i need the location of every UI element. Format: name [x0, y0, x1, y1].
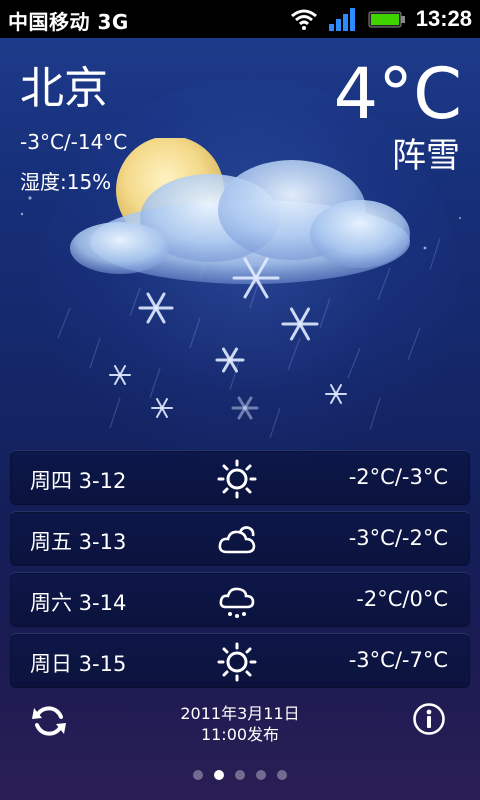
city-name: 北京 — [20, 63, 108, 114]
page-indicator — [0, 770, 480, 780]
page-dot[interactable] — [277, 770, 287, 780]
forecast-temperature: -2°C/0°C — [356, 587, 448, 611]
carrier-label: 中国移动 3G — [8, 10, 129, 34]
sunny-icon — [217, 642, 257, 682]
forecast-day: 周四 3-12 — [30, 469, 127, 493]
forecast-temperature: -3°C/-2°C — [348, 526, 448, 550]
humidity: 湿度:15% — [20, 170, 112, 194]
page-dot[interactable] — [193, 770, 203, 780]
forecast-row[interactable]: 周日 3-15 -3°C/-7°C — [10, 633, 470, 688]
forecast-row[interactable]: 周六 3-14 -2°C/0°C — [10, 572, 470, 627]
page-dot-active[interactable] — [214, 770, 224, 780]
current-temperature: 4°C — [333, 53, 462, 135]
snow-cloud-icon — [219, 587, 255, 618]
forecast-list: 周四 3-12 -2°C/-3°C 周五 3-13 -3°C/-2°C 周六 3… — [10, 450, 470, 694]
publish-time: 11:00发布 — [200, 725, 280, 744]
temperature-range: -3°C/-14°C — [20, 130, 128, 154]
weather-condition: 阵雪 — [392, 136, 460, 176]
battery-icon — [368, 11, 405, 28]
status-bar: 中国移动 3G 13:28 — [0, 0, 480, 38]
wifi-icon — [290, 9, 317, 30]
forecast-temperature: -3°C/-7°C — [348, 648, 448, 672]
footer-bar: 2011年3月11日 11:00发布 — [0, 688, 480, 758]
forecast-day: 周五 3-13 — [30, 530, 127, 554]
status-icons: 13:28 — [290, 4, 472, 34]
forecast-day: 周六 3-14 — [30, 591, 127, 615]
page-dot[interactable] — [256, 770, 266, 780]
cloudy-icon — [218, 526, 256, 554]
forecast-day: 周日 3-15 — [30, 652, 127, 676]
sunny-icon — [217, 459, 257, 499]
weather-screen[interactable]: 北京 -3°C/-14°C 湿度:15% 4°C 阵雪 周四 3-12 -2°C… — [0, 38, 480, 800]
weather-illustration — [70, 138, 410, 420]
info-icon[interactable] — [412, 702, 446, 736]
forecast-row[interactable]: 周五 3-13 -3°C/-2°C — [10, 511, 470, 566]
forecast-temperature: -2°C/-3°C — [348, 465, 448, 489]
forecast-row[interactable]: 周四 3-12 -2°C/-3°C — [10, 450, 470, 505]
status-time: 13:28 — [415, 6, 472, 31]
signal-icon — [328, 8, 355, 31]
page-dot[interactable] — [235, 770, 245, 780]
